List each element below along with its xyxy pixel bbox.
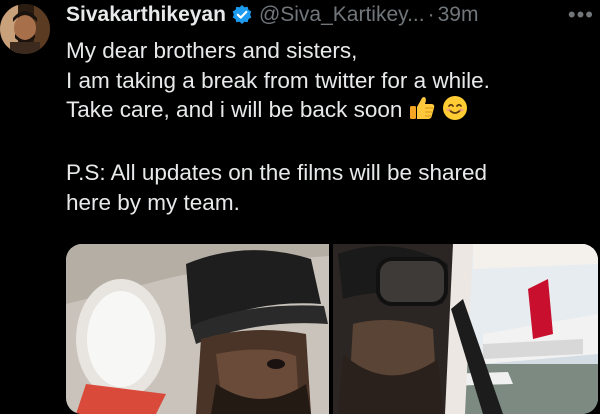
thumbs-up-emoji-icon bbox=[408, 95, 436, 129]
smiling-face-emoji-icon bbox=[442, 95, 468, 129]
media-gallery[interactable] bbox=[66, 244, 598, 414]
tweet-line bbox=[66, 129, 591, 159]
photo-1[interactable] bbox=[66, 244, 329, 414]
tweet-line: My dear brothers and sisters, bbox=[66, 38, 358, 63]
tweet-line: P.S: All updates on the films will be sh… bbox=[66, 160, 488, 185]
tweet-line-with-emojis: Take care, and i will be back soon bbox=[66, 95, 591, 129]
tweet-text: My dear brothers and sisters, I am takin… bbox=[66, 36, 591, 217]
avatar[interactable] bbox=[0, 4, 50, 54]
author-name[interactable]: Sivakarthikeyan bbox=[66, 3, 226, 27]
tweet-line: I am taking a break from twitter for a w… bbox=[66, 67, 490, 93]
avatar-image bbox=[0, 4, 50, 54]
separator-dot: · bbox=[427, 3, 435, 26]
author-handle[interactable]: @Siva_Kartikey... bbox=[259, 3, 425, 27]
tweet-line: Take care, and i will be back soon bbox=[66, 97, 403, 122]
more-options-icon[interactable]: ••• bbox=[568, 2, 594, 28]
timestamp[interactable]: 39m bbox=[438, 3, 479, 27]
photo-2[interactable] bbox=[333, 244, 598, 414]
tweet-header: Sivakarthikeyan @Siva_Kartikey... · 39m bbox=[66, 0, 592, 30]
verified-badge-icon bbox=[231, 4, 253, 26]
tweet-line: here by my team. bbox=[66, 189, 240, 215]
